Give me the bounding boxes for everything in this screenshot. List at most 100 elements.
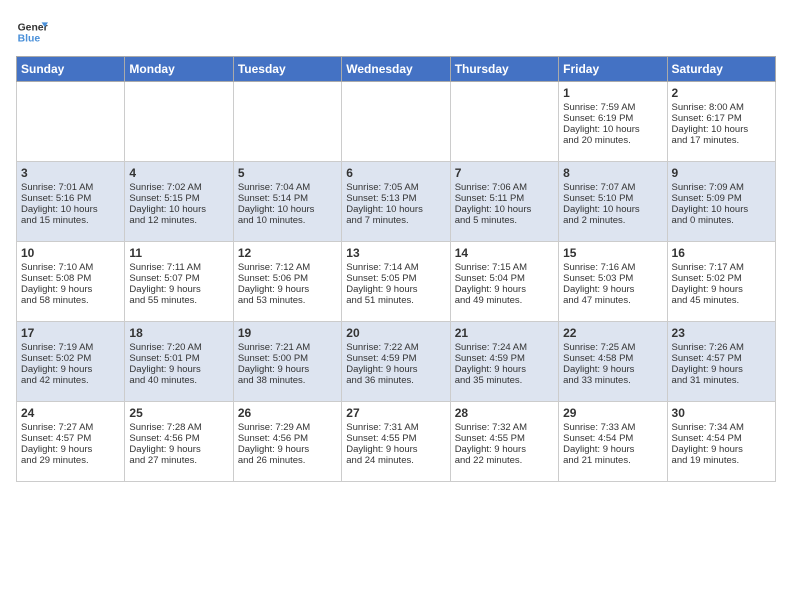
day-number: 15 [563, 246, 662, 260]
day-info: Sunrise: 7:05 AM [346, 182, 445, 193]
day-info: Daylight: 9 hours [672, 284, 771, 295]
day-info: Daylight: 9 hours [455, 444, 554, 455]
day-info: Daylight: 9 hours [238, 284, 337, 295]
day-number: 8 [563, 166, 662, 180]
day-info: Sunset: 5:01 PM [129, 353, 228, 364]
calendar-cell: 1Sunrise: 7:59 AMSunset: 6:19 PMDaylight… [559, 82, 667, 162]
day-info: and 20 minutes. [563, 135, 662, 146]
calendar-cell: 26 Sunrise: 7:29 AMSunset: 4:56 PMDayligh… [233, 402, 341, 482]
day-info: Sunset: 4:57 PM [672, 353, 771, 364]
day-number: 10 [21, 246, 120, 260]
day-info: Sunrise: 7:02 AM [129, 182, 228, 193]
calendar-cell: 5Sunrise: 7:04 AMSunset: 5:14 PMDaylight… [233, 162, 341, 242]
day-header-thursday: Thursday [450, 57, 558, 82]
day-info: Sunset: 5:08 PM [21, 273, 120, 284]
day-number: 13 [346, 246, 445, 260]
day-info: and 31 minutes. [672, 375, 771, 386]
day-info: Sunset: 4:56 PM [129, 433, 228, 444]
day-info: Sunset: 4:56 PM [238, 433, 337, 444]
day-info: and 27 minutes. [129, 455, 228, 466]
calendar-cell: 3Sunrise: 7:01 AMSunset: 5:16 PMDaylight… [17, 162, 125, 242]
day-info: Daylight: 9 hours [672, 444, 771, 455]
day-info: and 55 minutes. [129, 295, 228, 306]
day-info: Daylight: 10 hours [563, 204, 662, 215]
calendar-cell: 24Sunrise: 7:27 AMSunset: 4:57 PMDayligh… [17, 402, 125, 482]
day-info: Daylight: 9 hours [346, 444, 445, 455]
day-info: Daylight: 9 hours [238, 444, 337, 455]
calendar-table: SundayMondayTuesdayWednesdayThursdayFrid… [16, 56, 776, 482]
day-info: Sunrise: 7:26 AM [672, 342, 771, 353]
logo: General Blue [16, 16, 48, 48]
day-info: Sunset: 5:02 PM [672, 273, 771, 284]
day-info: Sunset: 5:11 PM [455, 193, 554, 204]
day-info: Sunrise: 7:10 AM [21, 262, 120, 273]
calendar-week-2: 3Sunrise: 7:01 AMSunset: 5:16 PMDaylight… [17, 162, 776, 242]
day-number: 28 [455, 406, 554, 420]
calendar-cell: 29Sunrise: 7:33 AMSunset: 4:54 PMDayligh… [559, 402, 667, 482]
logo-icon: General Blue [16, 16, 48, 48]
day-info: and 58 minutes. [21, 295, 120, 306]
day-info: Sunrise: 7:31 AM [346, 422, 445, 433]
day-number: 12 [238, 246, 337, 260]
day-info: and 5 minutes. [455, 215, 554, 226]
calendar-cell [450, 82, 558, 162]
day-info: and 24 minutes. [346, 455, 445, 466]
day-header-sunday: Sunday [17, 57, 125, 82]
day-info: and 21 minutes. [563, 455, 662, 466]
day-info: and 40 minutes. [129, 375, 228, 386]
calendar-cell: 17Sunrise: 7:19 AMSunset: 5:02 PMDayligh… [17, 322, 125, 402]
calendar-week-4: 17Sunrise: 7:19 AMSunset: 5:02 PMDayligh… [17, 322, 776, 402]
day-info: Daylight: 9 hours [563, 284, 662, 295]
day-info: Daylight: 9 hours [672, 364, 771, 375]
day-info: Sunset: 5:00 PM [238, 353, 337, 364]
calendar-cell: 18Sunrise: 7:20 AMSunset: 5:01 PMDayligh… [125, 322, 233, 402]
day-info: Daylight: 9 hours [129, 444, 228, 455]
calendar-week-3: 10 Sunrise: 7:10 AMSunset: 5:08 PM Dayligh… [17, 242, 776, 322]
day-info: Sunset: 5:16 PM [21, 193, 120, 204]
day-header-tuesday: Tuesday [233, 57, 341, 82]
day-info: Sunrise: 7:16 AM [563, 262, 662, 273]
day-info: Daylight: 9 hours [455, 364, 554, 375]
calendar-cell: 8Sunrise: 7:07 AMSunset: 5:10 PMDaylight… [559, 162, 667, 242]
day-info: and 33 minutes. [563, 375, 662, 386]
day-info: Sunrise: 7:25 AM [563, 342, 662, 353]
day-info: Sunset: 5:02 PM [21, 353, 120, 364]
day-info: Sunrise: 7:09 AM [672, 182, 771, 193]
day-info: Daylight: 9 hours [346, 364, 445, 375]
day-info: Sunset: 5:14 PM [238, 193, 337, 204]
day-info: and 10 minutes. [238, 215, 337, 226]
calendar-cell: 6Sunrise: 7:05 AMSunset: 5:13 PMDaylight… [342, 162, 450, 242]
day-number: 26 [238, 406, 337, 420]
day-info: and 36 minutes. [346, 375, 445, 386]
calendar-cell: 28Sunrise: 7:32 AMSunset: 4:55 PMDayligh… [450, 402, 558, 482]
day-info: and 51 minutes. [346, 295, 445, 306]
day-number: 1 [563, 86, 662, 100]
day-info: Sunset: 5:15 PM [129, 193, 228, 204]
calendar-cell: 14Sunrise: 7:15 AMSunset: 5:04 PMDayligh… [450, 242, 558, 322]
day-info: and 49 minutes. [455, 295, 554, 306]
day-info: Sunrise: 7:04 AM [238, 182, 337, 193]
day-number: 4 [129, 166, 228, 180]
calendar-cell: 13Sunrise: 7:14 AMSunset: 5:05 PMDayligh… [342, 242, 450, 322]
day-number: 16 [672, 246, 771, 260]
day-number: 17 [21, 326, 120, 340]
day-info: Daylight: 9 hours [129, 284, 228, 295]
day-info: Sunset: 5:10 PM [563, 193, 662, 204]
calendar-cell: 27Sunrise: 7:31 AMSunset: 4:55 PMDayligh… [342, 402, 450, 482]
day-info: Sunrise: 7:29 AM [238, 422, 337, 433]
day-header-saturday: Saturday [667, 57, 775, 82]
calendar-cell [342, 82, 450, 162]
day-info: Sunset: 6:17 PM [672, 113, 771, 124]
day-info: Daylight: 10 hours [455, 204, 554, 215]
day-number: 20 [346, 326, 445, 340]
day-info: Daylight: 10 hours [346, 204, 445, 215]
day-info: Sunrise: 7:20 AM [129, 342, 228, 353]
calendar-cell: 10Sunrise: 7:10 AMSunset: 5:08 PMDayligh… [17, 242, 125, 322]
calendar-cell [125, 82, 233, 162]
day-number: 30 [672, 406, 771, 420]
day-number: 18 [129, 326, 228, 340]
day-info: Sunset: 5:06 PM [238, 273, 337, 284]
day-info: and 7 minutes. [346, 215, 445, 226]
day-info: Sunset: 4:55 PM [455, 433, 554, 444]
calendar-cell: 22Sunrise: 7:25 AMSunset: 4:58 PMDayligh… [559, 322, 667, 402]
